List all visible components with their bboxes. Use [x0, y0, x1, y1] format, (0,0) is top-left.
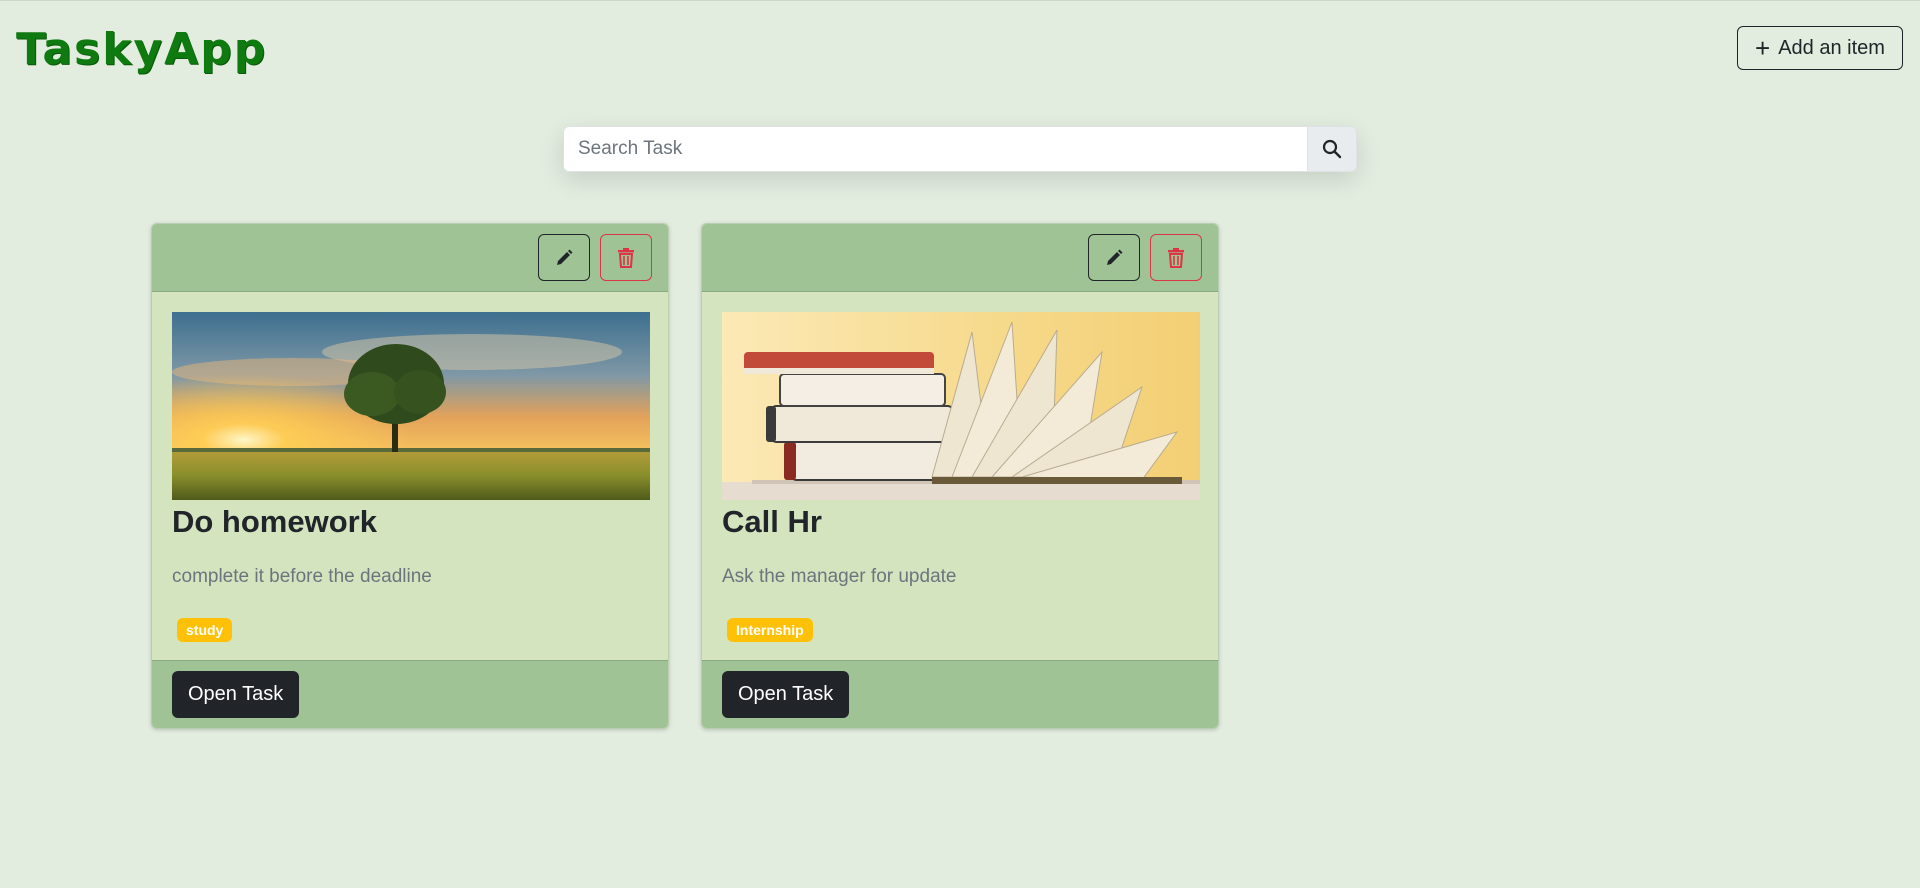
card-footer: Open Task [702, 660, 1218, 728]
add-item-label: Add an item [1778, 36, 1885, 59]
search-bar [563, 126, 1357, 172]
app-logo: TaskyApp [16, 24, 268, 75]
card-header [152, 224, 668, 292]
edit-button[interactable] [1088, 234, 1140, 281]
open-task-button[interactable]: Open Task [172, 671, 300, 718]
pencil-icon [1107, 249, 1123, 265]
search-input[interactable] [563, 126, 1307, 172]
pencil-icon [557, 249, 573, 265]
card-body: Do homework complete it before the deadl… [152, 292, 668, 660]
card-footer: Open Task [152, 660, 668, 728]
edit-button[interactable] [538, 234, 590, 281]
open-task-button[interactable]: Open Task [722, 671, 850, 718]
card-image-books [722, 312, 1200, 500]
delete-button[interactable] [600, 234, 652, 281]
card-title: Do homework [172, 504, 377, 539]
card-header [702, 224, 1218, 292]
plus-icon: + [1755, 33, 1771, 63]
trash-icon [1168, 247, 1184, 268]
delete-button[interactable] [1150, 234, 1202, 281]
task-card: Call Hr Ask the manager for update Inter… [701, 223, 1219, 729]
card-description: Ask the manager for update [722, 566, 957, 587]
card-description: complete it before the deadline [172, 566, 432, 587]
task-card: Do homework complete it before the deadl… [151, 223, 669, 729]
tag-badge: Internship [727, 618, 813, 642]
card-image-sunset-tree [172, 312, 650, 500]
search-icon [1322, 139, 1342, 159]
add-item-button[interactable]: + Add an item [1737, 26, 1903, 70]
top-border [0, 0, 1920, 1]
tag-badge: study [177, 618, 233, 642]
search-button[interactable] [1307, 126, 1357, 172]
card-body: Call Hr Ask the manager for update Inter… [702, 292, 1218, 660]
trash-icon [618, 247, 634, 268]
card-title: Call Hr [722, 504, 822, 539]
